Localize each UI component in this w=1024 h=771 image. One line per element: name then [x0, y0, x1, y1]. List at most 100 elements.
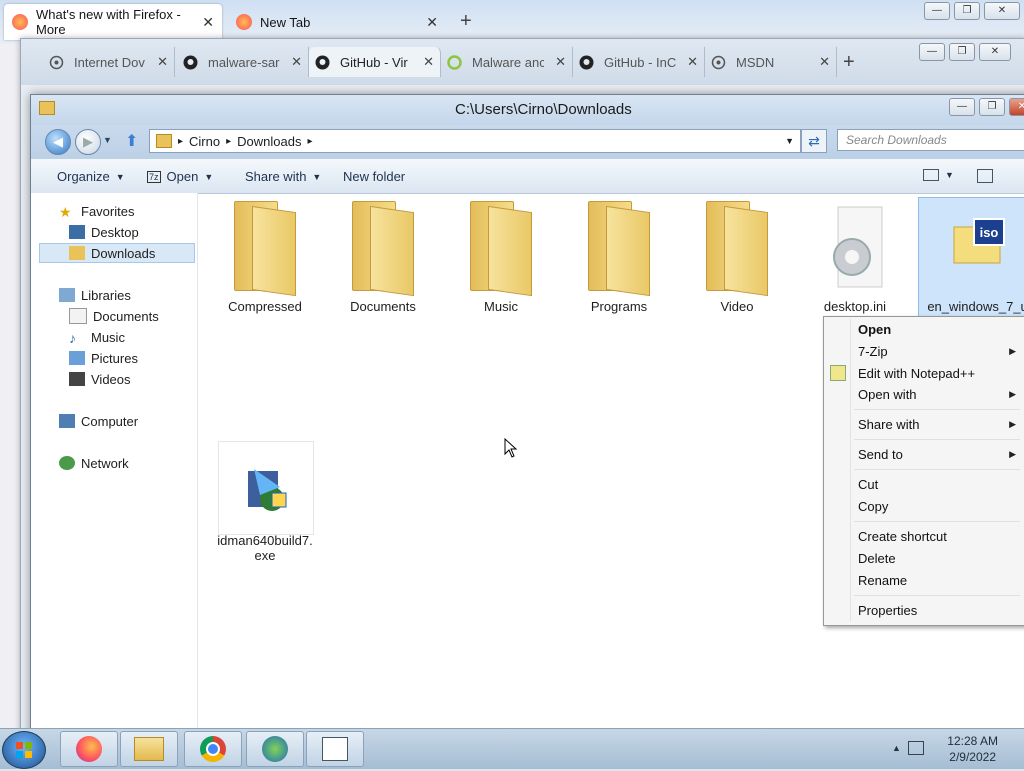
- menu-copy[interactable]: Copy: [858, 499, 888, 514]
- close-icon[interactable]: ✕: [202, 14, 214, 31]
- tree-documents[interactable]: Documents: [69, 306, 159, 326]
- new-folder-button[interactable]: New folder: [343, 169, 405, 184]
- show-hidden-icons-button[interactable]: ▲: [892, 743, 901, 753]
- tree-pictures[interactable]: Pictures: [69, 348, 138, 368]
- file-desktop-ini[interactable]: desktop.ini: [800, 201, 910, 314]
- folder-documents[interactable]: Documents: [328, 201, 438, 314]
- checklist-icon: [322, 737, 348, 761]
- file-en-windows-7-iso[interactable]: iso en_windows_7_ul: [918, 197, 1024, 321]
- breadcrumb-cirno[interactable]: Cirno: [189, 134, 220, 149]
- new-tab-button[interactable]: +: [460, 10, 472, 33]
- start-button[interactable]: [2, 731, 46, 769]
- chevron-right-icon[interactable]: ▸: [226, 136, 231, 147]
- videos-icon: [69, 372, 85, 386]
- minimize-button[interactable]: —: [919, 43, 945, 61]
- menu-properties[interactable]: Properties: [858, 603, 917, 618]
- taskbar-chrome[interactable]: [184, 731, 242, 767]
- tab-msdn[interactable]: MSDN ✕: [705, 47, 837, 77]
- back-button[interactable]: ◀: [45, 129, 71, 155]
- file-idman-exe[interactable]: idman640build7. exe: [210, 441, 320, 563]
- menu-rename[interactable]: Rename: [858, 573, 907, 588]
- menu-open-with[interactable]: Open with: [858, 387, 917, 402]
- close-icon[interactable]: ✕: [423, 54, 434, 70]
- share-with-label: Share with: [245, 169, 307, 184]
- tree-libraries[interactable]: Libraries: [59, 285, 131, 305]
- tab-github-vir[interactable]: GitHub - Vir ✕: [309, 47, 441, 77]
- taskbar-explorer[interactable]: [120, 731, 178, 767]
- address-bar[interactable]: ▸ Cirno ▸ Downloads ▸ ▼: [149, 129, 801, 153]
- menu-create-shortcut[interactable]: Create shortcut: [858, 529, 947, 544]
- taskbar-firefox[interactable]: [60, 731, 118, 767]
- tab-label: malware-sar: [208, 54, 280, 70]
- taskbar-idm[interactable]: [246, 731, 304, 767]
- browser-tab-bar: Internet Dov ✕ malware-sar ✕ GitHub - Vi…: [21, 39, 1024, 85]
- tree-music[interactable]: ♪ Music: [69, 327, 125, 347]
- menu-7zip[interactable]: 7-Zip: [858, 344, 888, 359]
- close-icon[interactable]: ✕: [819, 54, 830, 70]
- open-button[interactable]: 7z Open ▼: [147, 169, 213, 184]
- menu-share-with[interactable]: Share with: [858, 417, 919, 432]
- tree-computer[interactable]: Computer: [59, 411, 138, 431]
- menu-delete[interactable]: Delete: [858, 551, 896, 566]
- menu-cut[interactable]: Cut: [858, 477, 878, 492]
- downloads-icon: [69, 246, 85, 260]
- close-button[interactable]: ✕: [1009, 98, 1024, 116]
- menu-open[interactable]: Open: [858, 322, 891, 337]
- github-icon: [315, 55, 330, 70]
- close-icon[interactable]: ✕: [555, 54, 566, 70]
- recent-pages-dropdown[interactable]: ▼: [103, 135, 112, 145]
- chevron-right-icon[interactable]: ▸: [307, 136, 312, 147]
- minimize-button[interactable]: —: [924, 2, 950, 20]
- share-with-button[interactable]: Share with ▼: [245, 169, 321, 184]
- maximize-button[interactable]: ❐: [979, 98, 1005, 116]
- preview-pane-icon: [977, 169, 993, 183]
- close-icon[interactable]: ✕: [426, 14, 438, 31]
- maximize-button[interactable]: ❐: [949, 43, 975, 61]
- github-icon: [579, 55, 594, 70]
- notepad-plus-plus-icon: [830, 365, 846, 381]
- change-view-button[interactable]: ▼: [923, 169, 954, 181]
- tab-new-tab[interactable]: New Tab ✕: [228, 4, 446, 40]
- tab-malware-sar[interactable]: malware-sar ✕: [177, 47, 309, 77]
- folder-programs[interactable]: Programs: [564, 201, 674, 314]
- organize-button[interactable]: Organize ▼: [57, 169, 125, 184]
- libraries-icon: [59, 288, 75, 302]
- tree-label: Favorites: [81, 203, 135, 219]
- up-arrow-icon[interactable]: ⬆: [125, 131, 138, 151]
- tree-favorites[interactable]: ★ Favorites: [59, 201, 134, 221]
- refresh-button[interactable]: ⇄: [801, 129, 827, 153]
- tree-desktop[interactable]: Desktop: [69, 222, 139, 242]
- taskbar-checklist[interactable]: [306, 731, 364, 767]
- close-icon[interactable]: ✕: [157, 54, 168, 70]
- submenu-arrow-icon: ▶: [1009, 346, 1016, 356]
- tab-firefox-whats-new[interactable]: What's new with Firefox - More ✕: [4, 4, 222, 40]
- maximize-button[interactable]: ❐: [954, 2, 980, 20]
- folder-music[interactable]: Music: [446, 201, 556, 314]
- menu-edit-with-notepad[interactable]: Edit with Notepad++: [858, 366, 975, 381]
- forward-button[interactable]: ▶: [75, 129, 101, 155]
- network-tray-icon[interactable]: [908, 741, 924, 755]
- breadcrumb-downloads[interactable]: Downloads: [237, 134, 301, 149]
- tree-downloads[interactable]: Downloads: [69, 243, 155, 263]
- tab-malware-anc[interactable]: Malware anc ✕: [441, 47, 573, 77]
- menu-send-to[interactable]: Send to: [858, 447, 903, 462]
- folder-compressed[interactable]: Compressed: [210, 201, 320, 314]
- close-icon[interactable]: ✕: [687, 54, 698, 70]
- close-button[interactable]: ✕: [979, 43, 1011, 61]
- folder-video[interactable]: Video: [682, 201, 792, 314]
- address-dropdown-icon[interactable]: ▼: [785, 136, 794, 146]
- clock[interactable]: 12:28 AM 2/9/2022: [947, 733, 998, 765]
- chevron-right-icon[interactable]: ▸: [178, 136, 183, 147]
- close-button[interactable]: ✕: [984, 2, 1020, 20]
- tree-network[interactable]: Network: [59, 453, 129, 473]
- close-icon[interactable]: ✕: [291, 54, 302, 70]
- new-tab-button[interactable]: +: [843, 51, 855, 74]
- preview-pane-button[interactable]: [977, 169, 993, 183]
- file-name: Programs: [590, 299, 648, 314]
- tab-internet-dov[interactable]: Internet Dov ✕: [43, 47, 175, 77]
- tab-github-inc[interactable]: GitHub - InC ✕: [573, 47, 705, 77]
- search-input[interactable]: Search Downloads: [837, 129, 1024, 151]
- minimize-button[interactable]: —: [949, 98, 975, 116]
- submenu-arrow-icon: ▶: [1009, 449, 1016, 459]
- tree-videos[interactable]: Videos: [69, 369, 131, 389]
